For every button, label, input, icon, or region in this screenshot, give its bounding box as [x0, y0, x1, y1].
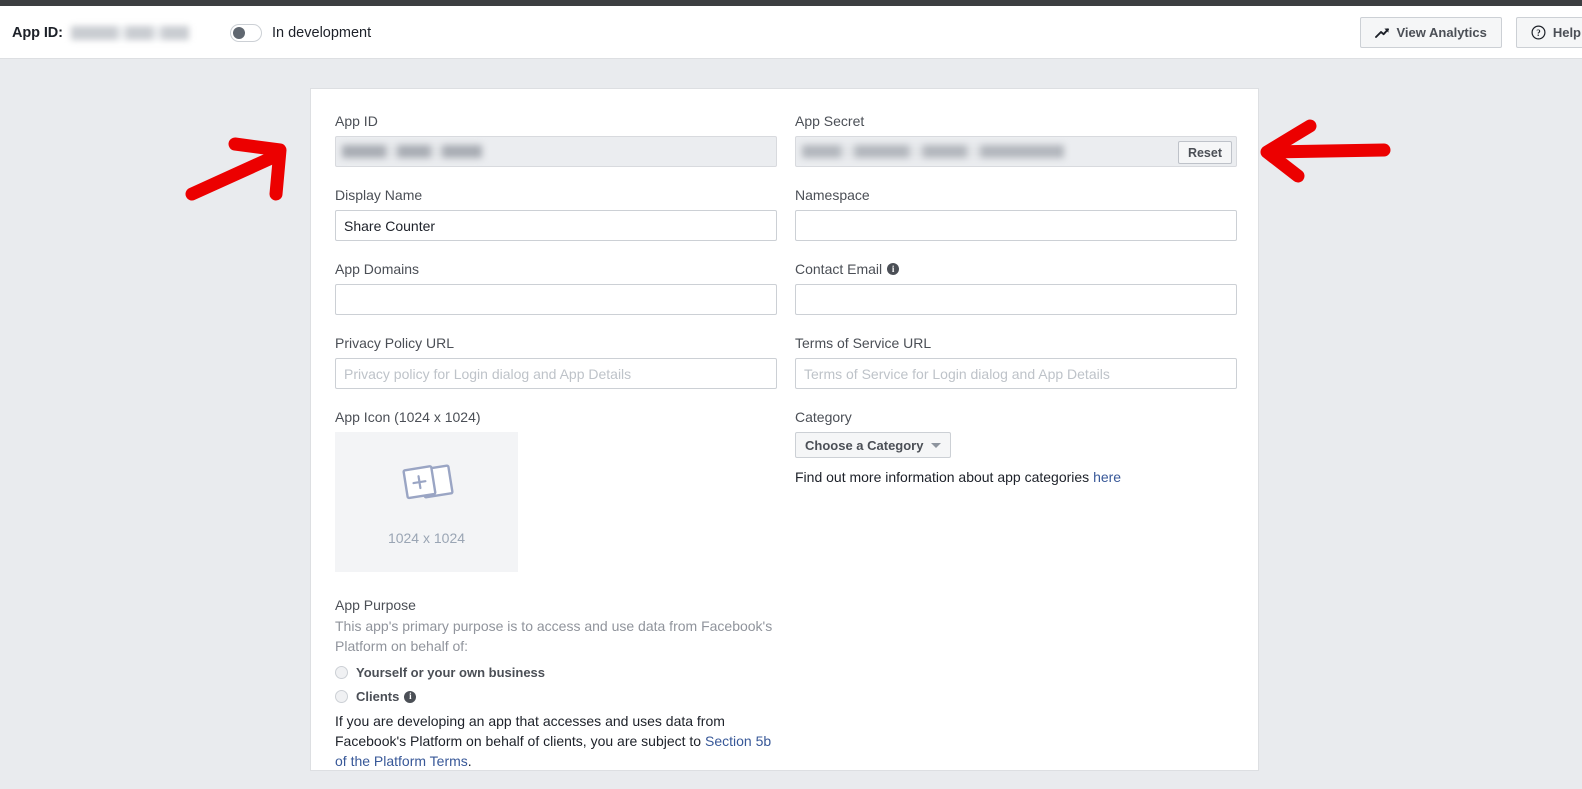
header-actions: View Analytics ? Help [1359, 6, 1582, 59]
settings-grid: App ID App Secret Reset Display Name Nam… [335, 113, 1237, 592]
app-purpose-option-clients-label: Clients i [356, 689, 417, 704]
info-icon[interactable]: i [887, 263, 900, 275]
app-purpose-option-yourself-label: Yourself or your own business [356, 665, 546, 680]
field-namespace: Namespace [795, 187, 1237, 241]
development-mode-label: In development [272, 24, 372, 41]
display-name-field-label: Display Name [335, 187, 423, 203]
app-icon-field-label: App Icon (1024 x 1024) [335, 409, 481, 425]
field-privacy-policy-url: Privacy Policy URL [335, 335, 777, 389]
app-secret-field-label: App Secret [795, 113, 865, 129]
svg-text:?: ? [1536, 28, 1541, 38]
radio-button[interactable] [335, 690, 348, 703]
header-app-id-group: App ID: [12, 6, 189, 59]
development-mode-toggle-group[interactable]: In development [230, 6, 371, 59]
field-app-secret: App Secret Reset [795, 113, 1237, 167]
red-arrow-annotation-right [1252, 118, 1392, 195]
app-domains-field-label: App Domains [335, 261, 420, 277]
namespace-input[interactable] [795, 210, 1237, 241]
terms-of-service-url-input[interactable] [795, 358, 1237, 389]
app-purpose-note-suffix: . [467, 753, 472, 769]
privacy-policy-field-label: Privacy Policy URL [335, 335, 455, 351]
development-mode-toggle[interactable] [230, 23, 262, 42]
contact-email-label-text: Contact Email [795, 261, 883, 277]
category-selected-value: Choose a Category [805, 437, 924, 453]
field-display-name: Display Name [335, 187, 777, 241]
privacy-policy-url-input[interactable] [335, 358, 777, 389]
app-purpose-subtitle: This app's primary purpose is to access … [335, 618, 773, 654]
category-field-label: Category [795, 409, 852, 425]
app-secret-input[interactable]: Reset [795, 136, 1237, 167]
field-app-domains: App Domains [335, 261, 777, 315]
terms-of-service-field-label: Terms of Service URL [795, 335, 932, 351]
category-select[interactable]: Choose a Category [795, 432, 952, 458]
basic-settings-card: App ID App Secret Reset Display Name Nam… [310, 88, 1259, 771]
field-app-id: App ID [335, 113, 777, 167]
radio-button[interactable] [335, 666, 348, 679]
card-content: App ID App Secret Reset Display Name Nam… [311, 89, 1258, 771]
app-id-redacted-value [342, 145, 482, 158]
field-terms-of-service-url: Terms of Service URL [795, 335, 1237, 389]
clients-label-text: Clients [356, 689, 400, 704]
app-id-field-label: App ID [335, 113, 378, 129]
trending-up-icon [1374, 26, 1390, 39]
app-icon-size-hint: 1024 x 1024 [387, 529, 466, 546]
app-id-input[interactable] [335, 136, 777, 167]
view-analytics-label: View Analytics [1396, 25, 1487, 40]
app-purpose-section: App Purpose This app's primary purpose i… [335, 596, 775, 771]
app-icon-upload-dropzone[interactable]: 1024 x 1024 [335, 432, 518, 572]
field-category: Category Choose a Category Find out more… [795, 409, 1237, 572]
view-analytics-button[interactable]: View Analytics [1359, 17, 1502, 48]
app-secret-reset-button[interactable]: Reset [1177, 141, 1232, 164]
namespace-field-label: Namespace [795, 187, 870, 203]
chevron-down-icon [931, 442, 942, 448]
category-help-text: Find out more information about app cate… [795, 469, 1237, 485]
app-id-label: App ID: [12, 24, 63, 41]
app-purpose-title: App Purpose [335, 597, 416, 613]
field-contact-email: Contact Email i [795, 261, 1237, 315]
red-arrow-annotation-left [180, 128, 300, 223]
toggle-knob [233, 26, 245, 39]
add-photos-icon [397, 459, 457, 516]
app-purpose-note-prefix: If you are developing an app that access… [335, 713, 725, 749]
app-purpose-option-yourself[interactable]: Yourself or your own business [335, 665, 775, 680]
help-label: Help [1552, 25, 1581, 40]
field-app-icon: App Icon (1024 x 1024) 1024 x 1024 [335, 409, 777, 572]
contact-email-input[interactable] [795, 284, 1237, 315]
app-purpose-note: If you are developing an app that access… [335, 711, 775, 771]
info-icon[interactable]: i [404, 690, 417, 703]
app-domains-input[interactable] [335, 284, 777, 315]
category-help-link[interactable]: here [1093, 469, 1121, 485]
app-secret-redacted-value [802, 145, 1064, 158]
app-purpose-option-clients[interactable]: Clients i [335, 689, 775, 704]
app-header-bar: App ID: In development View Analytics ? [0, 6, 1582, 59]
display-name-input[interactable] [335, 210, 777, 241]
help-button[interactable]: ? Help [1515, 17, 1582, 48]
question-circle-icon: ? [1531, 25, 1546, 40]
category-help-prefix: Find out more information about app cate… [795, 469, 1094, 485]
contact-email-field-label: Contact Email i [795, 261, 1237, 277]
app-id-value-redacted [70, 25, 189, 40]
